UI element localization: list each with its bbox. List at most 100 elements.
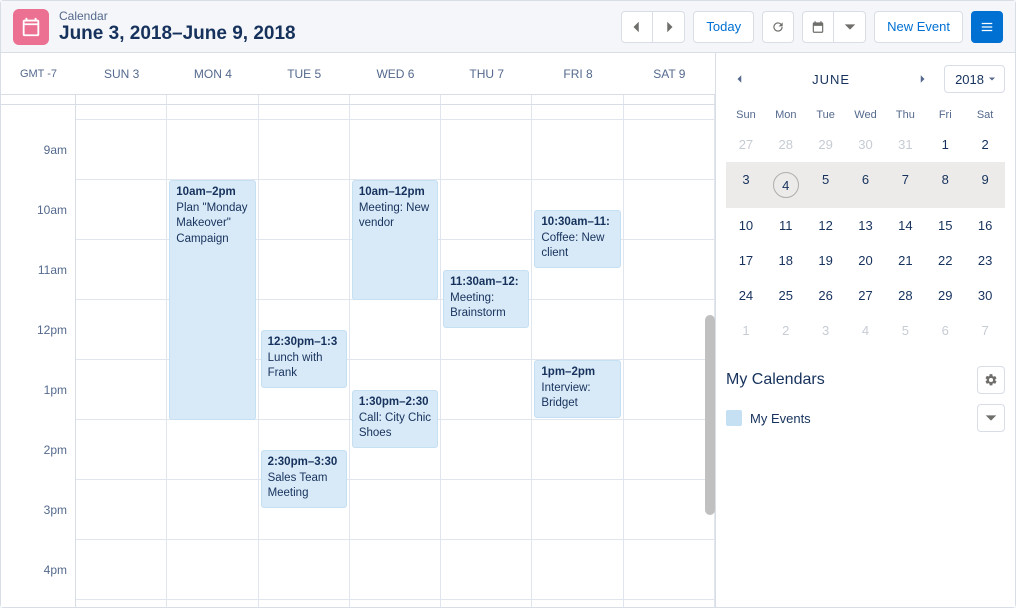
my-calendars-header: My Calendars (726, 366, 1005, 394)
mini-cal-day[interactable]: 1 (726, 313, 766, 348)
mini-cal-day[interactable]: 9 (965, 162, 1005, 208)
day-column[interactable]: 10am–12pmMeeting: New vendor 1:30pm–2:30C… (350, 105, 441, 607)
mini-cal-day[interactable]: 26 (806, 278, 846, 313)
time-label: 10am (1, 203, 75, 263)
calendar-event[interactable]: 1:30pm–2:30Call: City Chic Shoes (352, 390, 438, 448)
day-column[interactable]: 10am–2pmPlan "Monday Makeover" Campaign (167, 105, 258, 607)
calendar-event[interactable]: 10am–2pmPlan "Monday Makeover" Campaign (169, 180, 255, 420)
mini-cal-day[interactable]: 6 (846, 162, 886, 208)
mini-cal-day[interactable]: 29 (925, 278, 965, 313)
mini-cal-day[interactable]: 11 (766, 208, 806, 243)
calendar-swatch (726, 410, 742, 426)
day-header[interactable]: FRI 8 (532, 53, 623, 94)
mini-cal-day[interactable]: 25 (766, 278, 806, 313)
mini-cal-day[interactable]: 21 (885, 243, 925, 278)
today-button[interactable]: Today (693, 11, 754, 43)
time-column: 9am10am11am12pm1pm2pm3pm4pm (1, 105, 76, 607)
mini-cal-day[interactable]: 18 (766, 243, 806, 278)
calendar-item-menu-button[interactable] (977, 404, 1005, 432)
mini-cal-day[interactable]: 2 (766, 313, 806, 348)
next-week-button[interactable] (653, 11, 685, 43)
calendar-item[interactable]: My Events (726, 404, 1005, 432)
mini-cal-day[interactable]: 3 (726, 162, 766, 208)
mini-cal-row: 24252627282930 (726, 278, 1005, 313)
day-column[interactable]: 11:30am–12:Meeting: Brainstorm (441, 105, 532, 607)
mini-cal-day[interactable]: 17 (726, 243, 766, 278)
day-header[interactable]: TUE 5 (259, 53, 350, 94)
mini-cal-day[interactable]: 13 (846, 208, 886, 243)
calendar-event[interactable]: 11:30am–12:Meeting: Brainstorm (443, 270, 529, 328)
mini-cal-day[interactable]: 27 (846, 278, 886, 313)
mini-cal-day[interactable]: 2 (965, 127, 1005, 162)
mini-cal-day[interactable]: 15 (925, 208, 965, 243)
time-label: 4pm (1, 563, 75, 607)
view-type-button[interactable] (802, 11, 834, 43)
mini-cal-day[interactable]: 6 (925, 313, 965, 348)
day-header[interactable]: MON 4 (167, 53, 258, 94)
mini-cal-day[interactable]: 14 (885, 208, 925, 243)
mini-cal-day[interactable]: 4 (846, 313, 886, 348)
mini-cal-day[interactable]: 20 (846, 243, 886, 278)
event-time: 12:30pm–1:3 (268, 335, 340, 351)
mini-cal-day[interactable]: 30 (846, 127, 886, 162)
calendar-grid: GMT -7 SUN 3 MON 4 TUE 5 WED 6 THU 7 FRI… (1, 53, 715, 607)
day-header[interactable]: WED 6 (350, 53, 441, 94)
day-header[interactable]: SUN 3 (76, 53, 167, 94)
mini-cal-day[interactable]: 3 (806, 313, 846, 348)
mini-cal-day[interactable]: 23 (965, 243, 1005, 278)
day-column[interactable] (624, 105, 715, 607)
mini-cal-day[interactable]: 8 (925, 162, 965, 208)
new-event-button[interactable]: New Event (874, 11, 963, 43)
mini-weekday: Tue (806, 103, 846, 127)
calendar-event[interactable]: 2:30pm–3:30Sales Team Meeting (261, 450, 347, 508)
mini-cal-day[interactable]: 19 (806, 243, 846, 278)
mini-cal-day[interactable]: 24 (726, 278, 766, 313)
day-column[interactable]: 10:30am–11:Coffee: New client 1pm–2pmInte… (532, 105, 623, 607)
prev-week-button[interactable] (621, 11, 653, 43)
calendar-name: My Events (750, 411, 969, 426)
mini-cal-day[interactable]: 22 (925, 243, 965, 278)
refresh-button[interactable] (762, 11, 794, 43)
day-header[interactable]: THU 7 (441, 53, 532, 94)
grid-body[interactable]: 9am10am11am12pm1pm2pm3pm4pm 10am–2pmPlan… (1, 105, 715, 607)
mini-cal-day[interactable]: 30 (965, 278, 1005, 313)
calendar-event[interactable]: 12:30pm–1:3Lunch with Frank (261, 330, 347, 388)
mini-cal-day[interactable]: 4 (766, 162, 806, 208)
year-select[interactable]: 2018 (944, 65, 1005, 93)
calendar-event[interactable]: 10:30am–11:Coffee: New client (534, 210, 620, 268)
list-view-button[interactable] (971, 11, 1003, 43)
mini-weekday: Sun (726, 103, 766, 127)
calendar-event[interactable]: 10am–12pmMeeting: New vendor (352, 180, 438, 300)
date-range: June 3, 2018–June 9, 2018 (59, 23, 621, 45)
mini-cal-day[interactable]: 27 (726, 127, 766, 162)
mini-cal-day[interactable]: 5 (806, 162, 846, 208)
mini-cal-day[interactable]: 7 (885, 162, 925, 208)
mini-cal-day[interactable]: 16 (965, 208, 1005, 243)
prev-month-button[interactable] (726, 65, 754, 93)
view-dropdown-button[interactable] (834, 11, 866, 43)
day-column[interactable]: 12:30pm–1:3Lunch with Frank 2:30pm–3:30Sa… (259, 105, 350, 607)
calendar-app-icon (13, 9, 49, 45)
mini-cal-row: 17181920212223 (726, 243, 1005, 278)
scrollbar[interactable] (705, 315, 715, 515)
mini-cal-day[interactable]: 5 (885, 313, 925, 348)
mini-cal-day[interactable]: 28 (766, 127, 806, 162)
event-time: 10:30am–11: (541, 215, 613, 231)
mini-cal-day[interactable]: 7 (965, 313, 1005, 348)
day-header[interactable]: SAT 9 (624, 53, 715, 94)
mini-cal-day[interactable]: 10 (726, 208, 766, 243)
time-label: 3pm (1, 503, 75, 563)
mini-cal-day[interactable]: 31 (885, 127, 925, 162)
mini-cal-day[interactable]: 28 (885, 278, 925, 313)
mini-weekday: Fri (925, 103, 965, 127)
my-calendars-heading: My Calendars (726, 371, 825, 389)
mini-cal-day[interactable]: 12 (806, 208, 846, 243)
view-switcher (802, 11, 866, 43)
calendar-event[interactable]: 1pm–2pmInterview: Bridget (534, 360, 620, 418)
mini-cal-day[interactable]: 29 (806, 127, 846, 162)
day-column[interactable] (76, 105, 167, 607)
event-title: Call: City Chic Shoes (359, 411, 431, 442)
my-calendars-settings-button[interactable] (977, 366, 1005, 394)
mini-cal-day[interactable]: 1 (925, 127, 965, 162)
next-month-button[interactable] (908, 65, 936, 93)
